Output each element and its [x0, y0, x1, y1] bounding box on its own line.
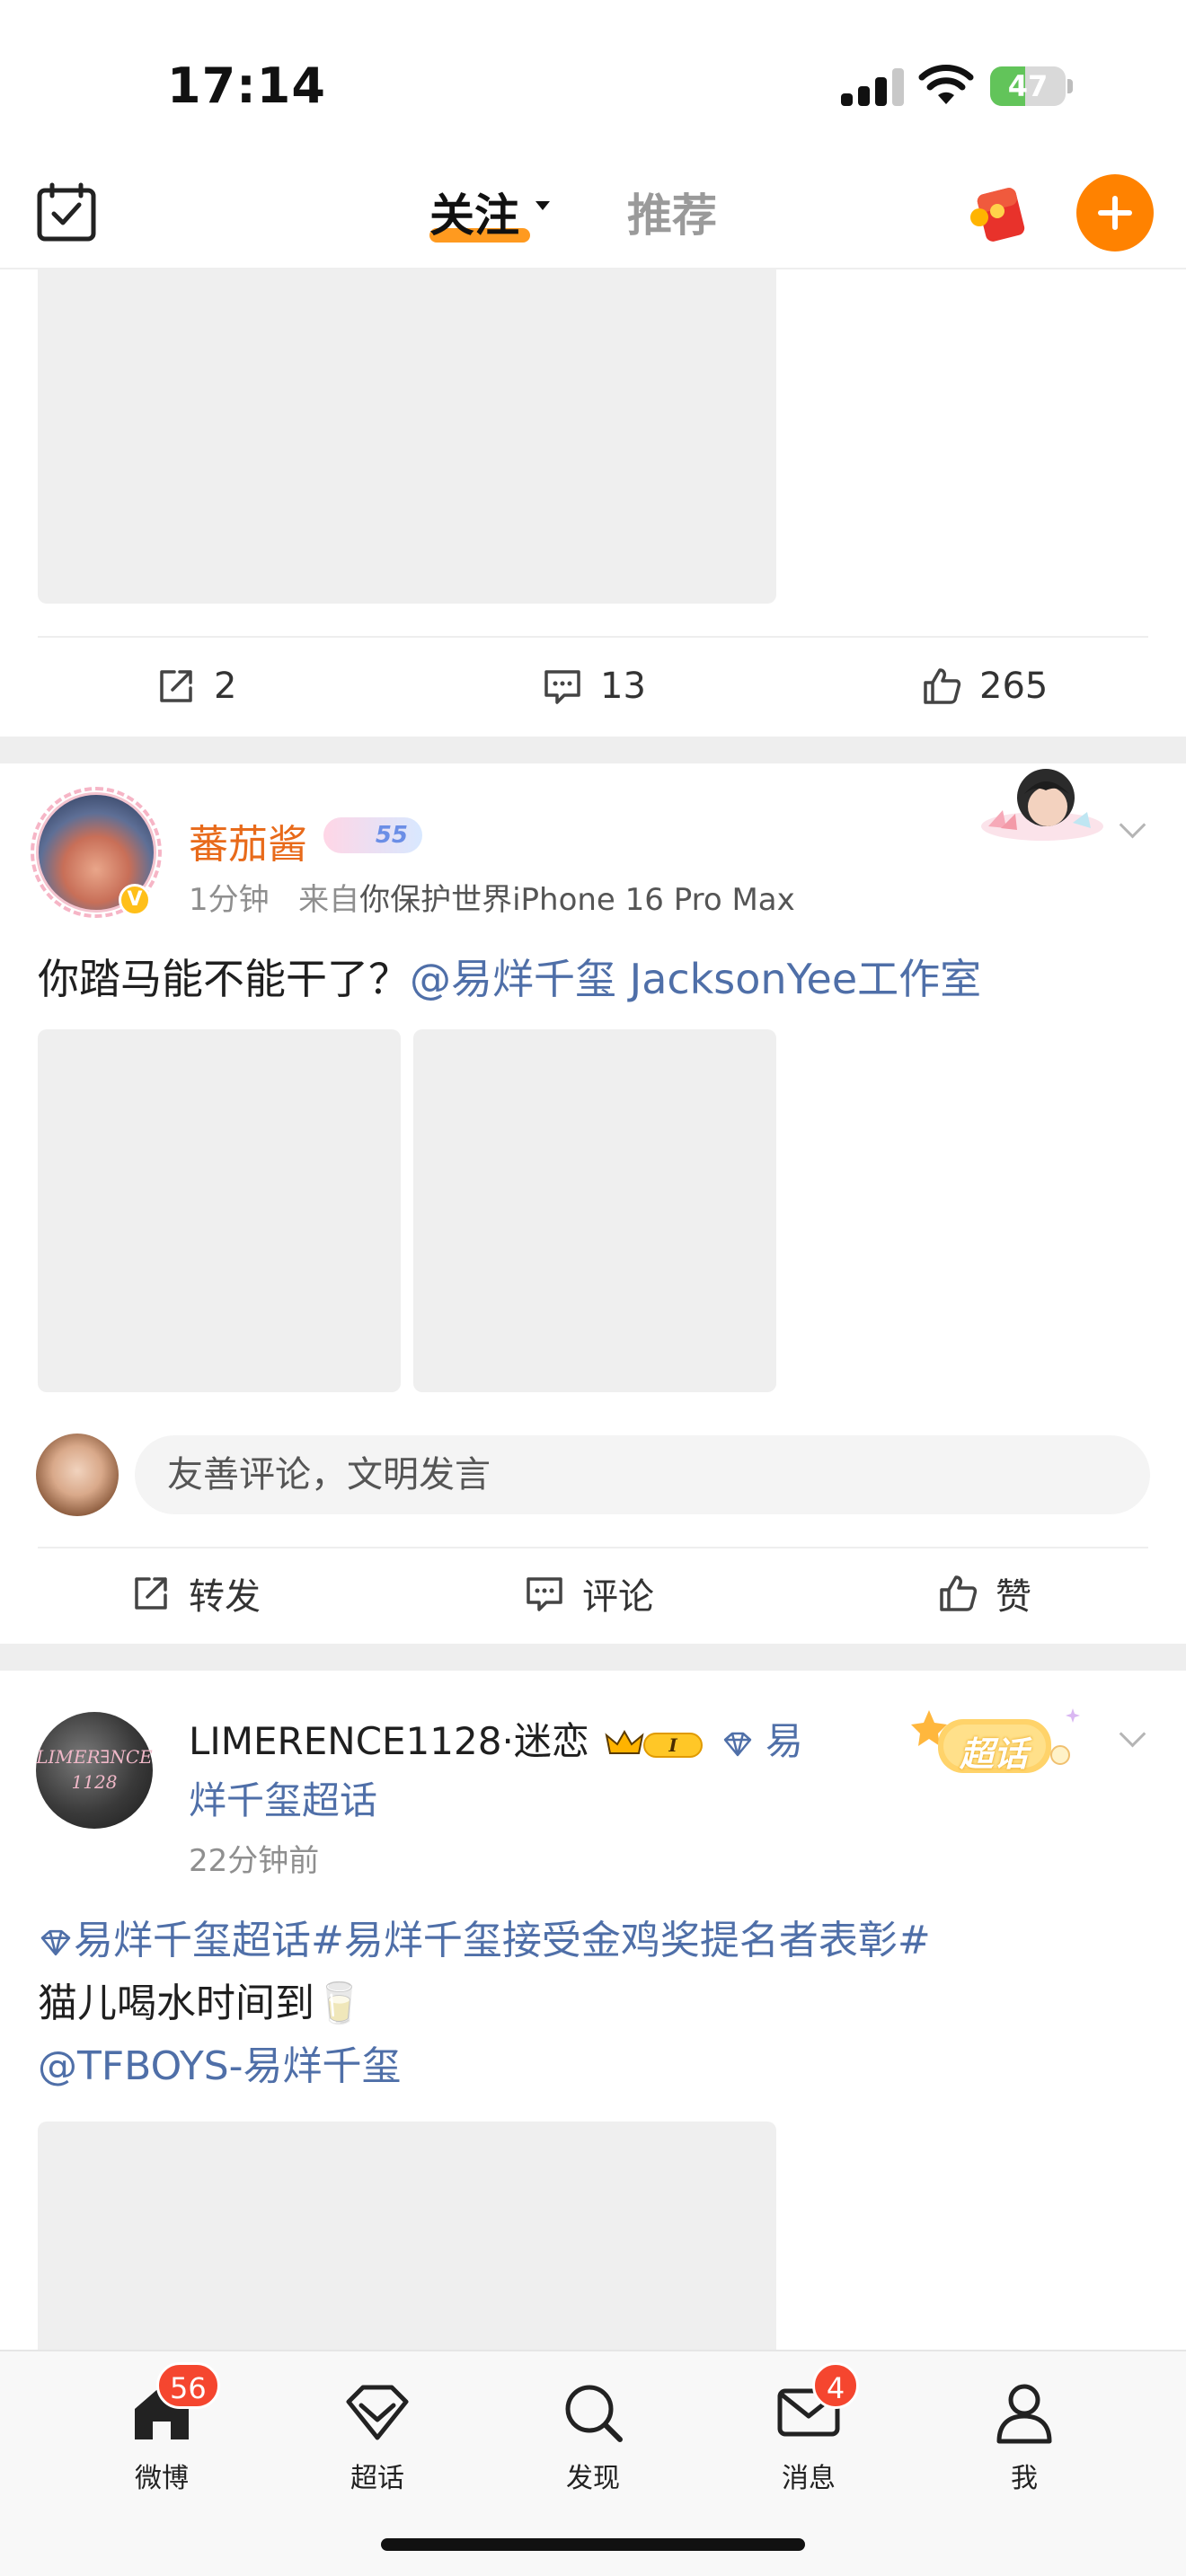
tab-discover-label: 发现	[566, 2463, 620, 2494]
thumbs-up-icon	[940, 1575, 978, 1611]
sticker-label: 超话	[960, 1734, 1029, 1774]
compose-button[interactable]	[1076, 174, 1154, 251]
tab-messages[interactable]: 消息 4	[755, 2362, 863, 2494]
user-level-badge[interactable]: 55	[323, 817, 422, 853]
status-time: 17:14	[167, 57, 326, 114]
like-label: 赞	[996, 1576, 1031, 1618]
tab-me-label: 我	[1011, 2463, 1038, 2494]
crown-vip-badge-icon[interactable]: I	[605, 1726, 705, 1762]
post-image[interactable]	[38, 269, 776, 604]
wifi-icon	[918, 65, 974, 104]
battery-icon: 47	[990, 66, 1073, 106]
comment-count: 13	[600, 666, 646, 707]
repost-button[interactable]: 2	[156, 659, 236, 713]
tab-home[interactable]: 微博 56	[108, 2362, 220, 2494]
like-button[interactable]: 赞	[938, 1566, 1031, 1620]
like-button[interactable]: 265	[922, 659, 1048, 713]
home-indicator[interactable]	[381, 2538, 805, 2551]
comment-button[interactable]: 评论	[525, 1566, 654, 1620]
verified-badge-icon: V	[119, 884, 151, 916]
post-image[interactable]	[38, 1029, 401, 1392]
repost-button[interactable]: 转发	[131, 1566, 261, 1620]
top-nav-bar: 关注 推荐	[0, 162, 1186, 269]
comment-input[interactable]: 友善评论，文明发言	[135, 1435, 1150, 1514]
feed-divider	[0, 737, 1186, 763]
repost-count: 2	[214, 666, 237, 707]
diamond-icon	[723, 1732, 751, 1756]
calendar-check-icon[interactable]	[36, 181, 97, 243]
notification-badge: 56	[156, 2362, 220, 2409]
divider	[38, 1547, 1148, 1548]
tab-supertopic-label: 超话	[350, 2463, 404, 2494]
svg-text:I: I	[668, 1734, 678, 1756]
my-avatar	[36, 1434, 119, 1516]
thumbs-up-icon	[924, 668, 961, 704]
tab-home-label: 微博	[135, 2463, 189, 2494]
battery-percent: 47	[1007, 69, 1049, 103]
comment-icon	[544, 670, 580, 704]
tab-follow[interactable]: 关注	[429, 180, 550, 251]
post-text: 易烊千玺超话#易烊千玺接受金鸡奖提名者表彰# 猫儿喝水时间到🥛 @TFBOYS-…	[38, 1910, 931, 2098]
like-count: 265	[979, 666, 1049, 707]
caret-down-icon	[535, 201, 550, 210]
chevron-down-icon[interactable]	[1120, 1725, 1146, 1751]
tab-discover[interactable]: 发现	[539, 2371, 647, 2494]
separator: ·	[501, 1719, 514, 1763]
card-decoration-icon[interactable]	[979, 763, 1105, 844]
comment-icon	[527, 1577, 562, 1611]
mention-link[interactable]: @TFBOYS-易烊千玺	[38, 2035, 931, 2098]
post-meta: 1分钟 来自你保护世界iPhone 16 Pro Max	[189, 875, 795, 919]
repost-label: 转发	[189, 1576, 261, 1618]
post-image[interactable]	[413, 1029, 776, 1392]
red-packet-icon[interactable]	[967, 181, 1031, 246]
post-text-body: 你踏马能不能干了？	[38, 955, 410, 1003]
post-source[interactable]: 你保护世界iPhone 16 Pro Max	[359, 882, 795, 918]
status-bar: 17:14 47	[0, 0, 1186, 162]
tab-messages-label: 消息	[782, 2463, 836, 2494]
post-text: 你踏马能不能干了？@易烊千玺 JacksonYee工作室	[38, 947, 981, 1006]
diamond-icon	[346, 2385, 409, 2440]
tab-follow-label: 关注	[429, 190, 519, 242]
tab-me[interactable]: 我	[970, 2371, 1078, 2494]
tab-recommend[interactable]: 推荐	[627, 180, 717, 244]
chevron-down-icon[interactable]	[1120, 816, 1146, 842]
post-header: LIMERENCE1128·迷恋 I 易烊千玺超话	[189, 1712, 818, 1831]
diamond-icon	[40, 1929, 71, 1956]
username[interactable]: 蕃茄酱	[189, 812, 307, 869]
comment-label: 评论	[582, 1576, 654, 1618]
search-icon	[565, 2385, 623, 2442]
fan-title[interactable]: 迷恋	[514, 1719, 589, 1763]
user-icon	[996, 2384, 1052, 2444]
share-icon	[135, 1577, 167, 1610]
post-time: 22分钟前	[189, 1843, 320, 1879]
notification-badge: 4	[812, 2362, 859, 2409]
divider	[38, 636, 1148, 638]
cellular-signal-icon	[841, 68, 906, 106]
post-time: 1分钟	[189, 882, 270, 918]
post-text-body: 猫儿喝水时间到🥛	[38, 1981, 364, 2026]
username[interactable]: LIMERENCE1128	[189, 1719, 501, 1763]
source-prefix: 来自	[298, 882, 360, 918]
avatar-logo-text: LIMER∃NCE 1128	[36, 1746, 153, 1793]
share-icon	[160, 670, 192, 702]
tab-supertopic[interactable]: 超话	[323, 2371, 431, 2494]
feed-divider	[0, 1644, 1186, 1671]
comment-button[interactable]: 13	[543, 659, 646, 713]
supertopic-sticker[interactable]: 超话	[904, 1699, 1084, 1786]
mention-link[interactable]: @易烊千玺 JacksonYee工作室	[410, 955, 981, 1003]
hashtag-link[interactable]: 易烊千玺超话#易烊千玺接受金鸡奖提名者表彰#	[38, 1910, 931, 1972]
post-image[interactable]	[38, 2122, 776, 2355]
